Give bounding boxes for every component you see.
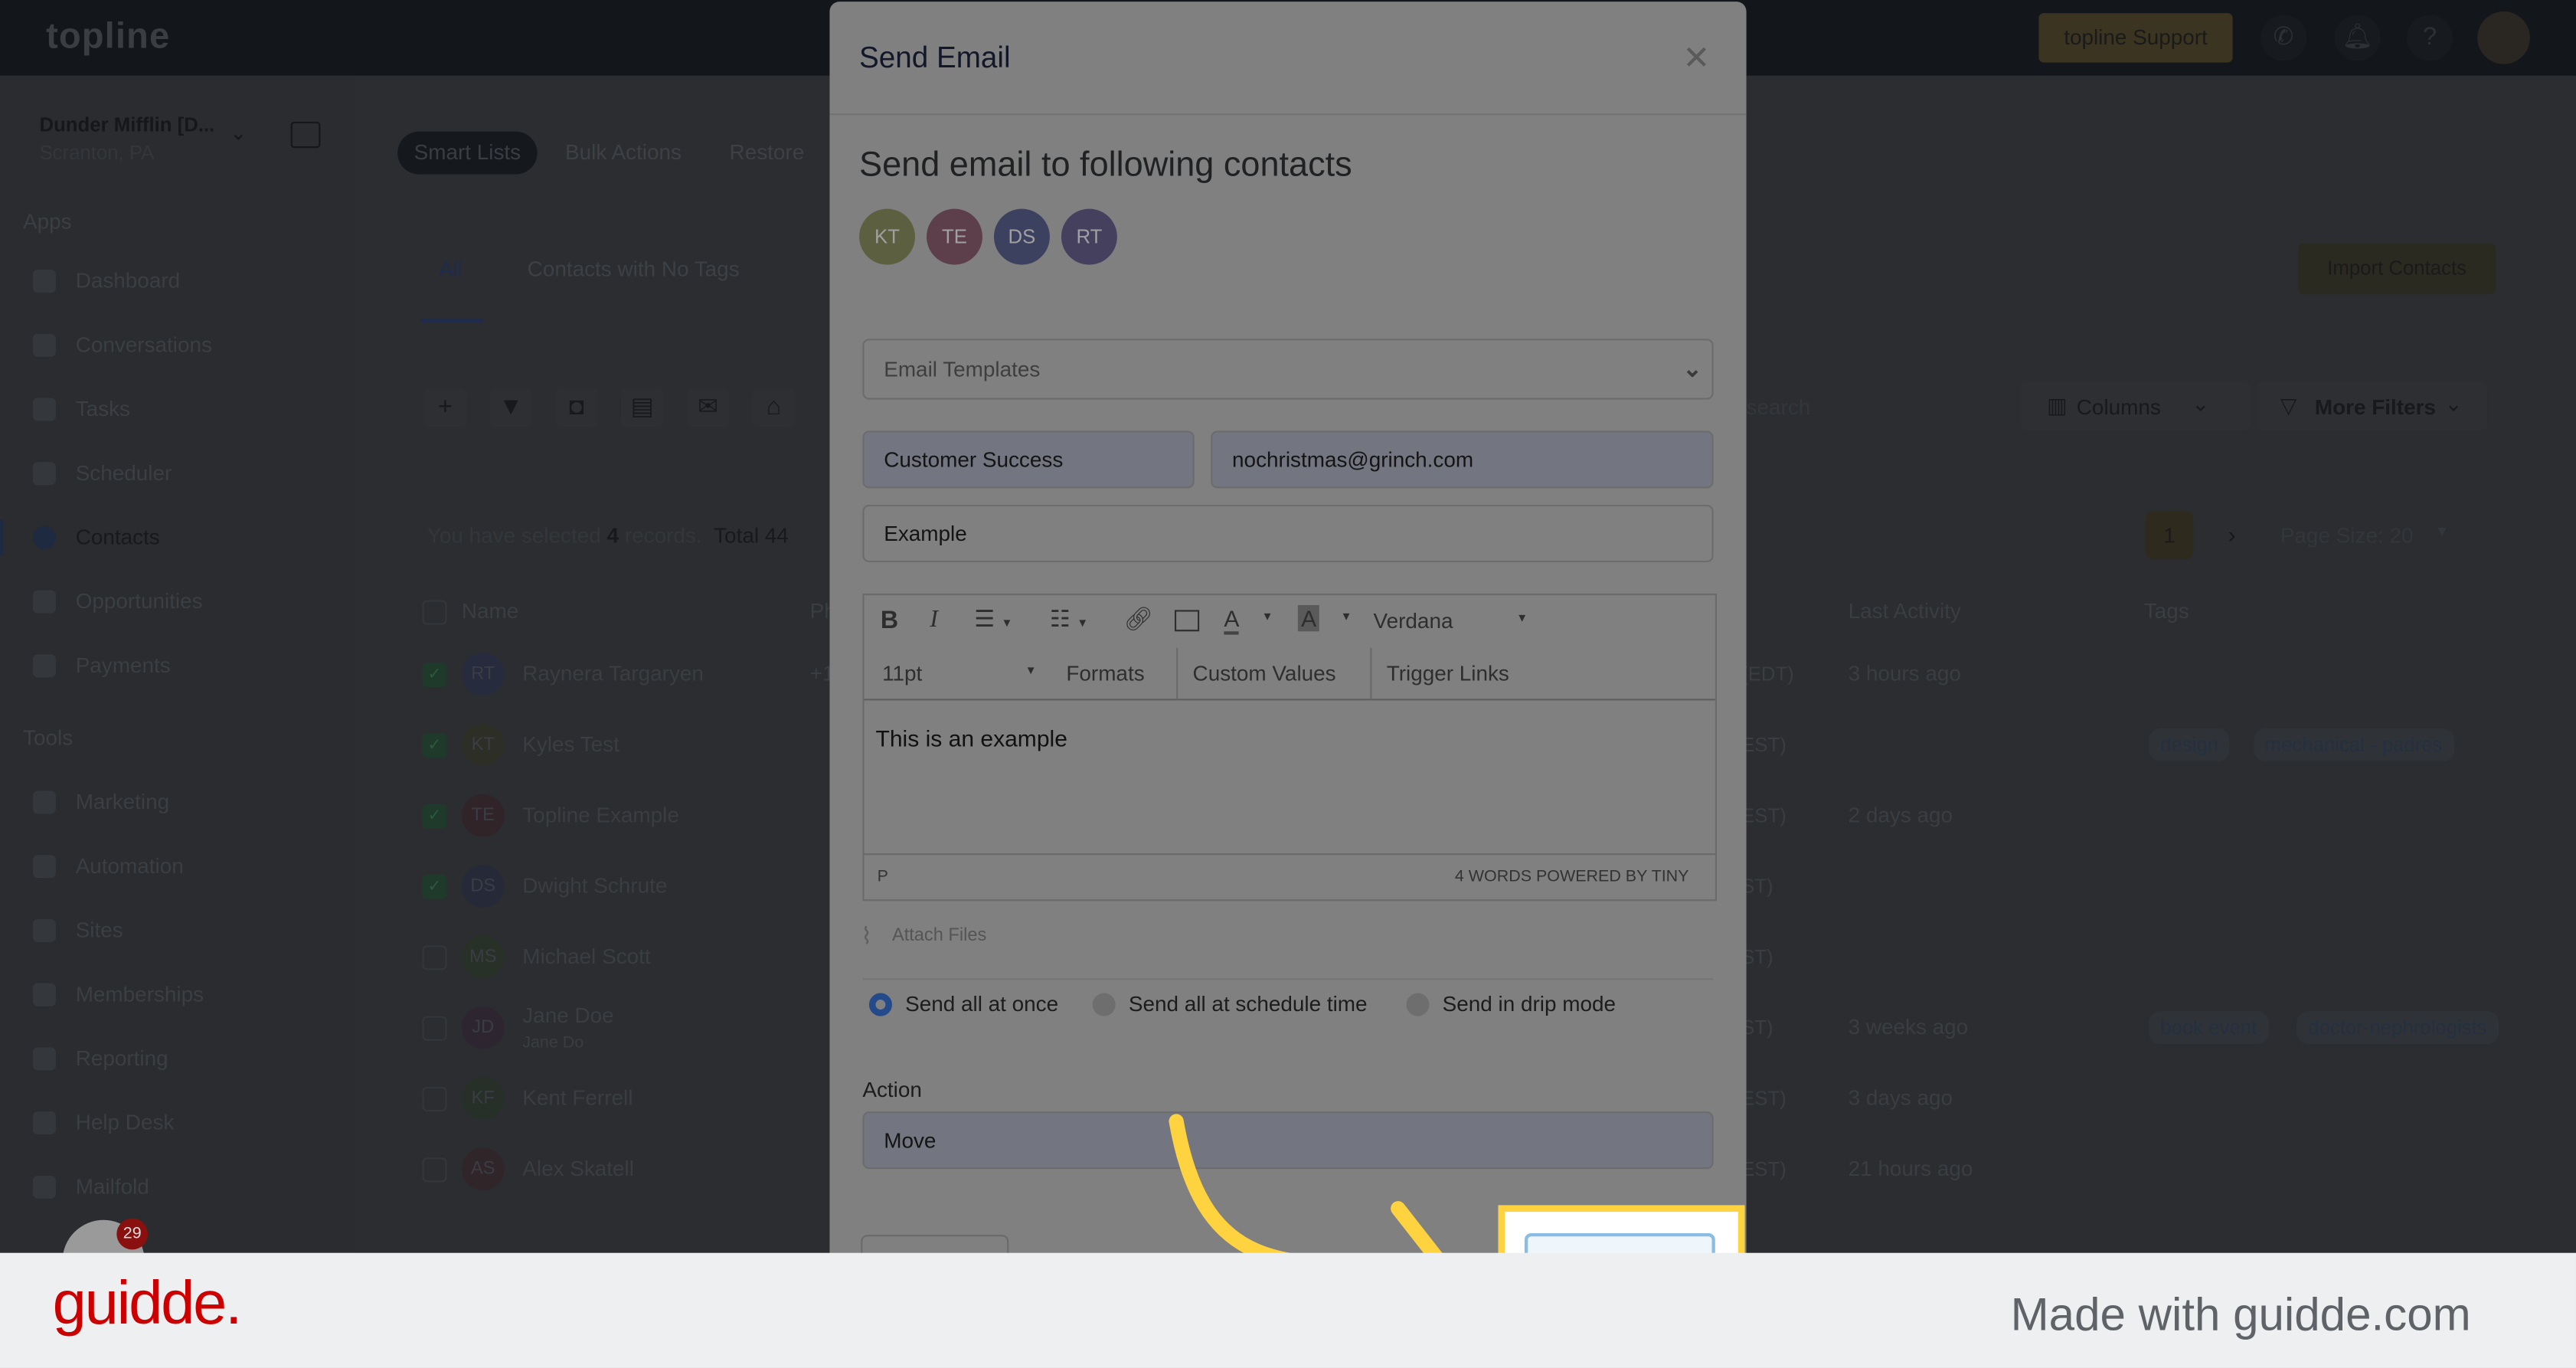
screen: topline topline Support ✆ 🔔︎ ? Dunder Mi… xyxy=(0,0,2576,1368)
guide-arrow-icon xyxy=(1169,1114,1466,1277)
made-with-guidde: Made with guidde.com xyxy=(2010,1288,2471,1340)
guidde-logo: guidde. xyxy=(52,1269,243,1337)
